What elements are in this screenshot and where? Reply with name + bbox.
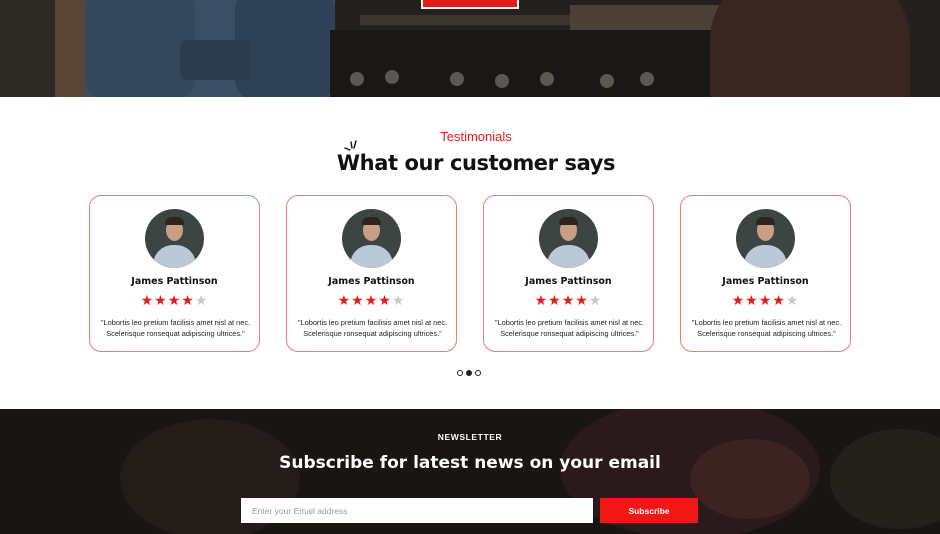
- star-icon: ★: [140, 293, 155, 309]
- carousel-dot[interactable]: [466, 370, 472, 376]
- testimonial-card: James Pattinson ★★★★★ "Lobortis leo pret…: [89, 195, 260, 352]
- hero-banner-image: [0, 0, 940, 97]
- newsletter-heading: Subscribe for latest news on your email: [279, 453, 661, 473]
- star-icon: ★: [167, 293, 182, 309]
- hero-cta-button[interactable]: [421, 0, 519, 9]
- testimonial-carousel: James Pattinson ★★★★★ "Lobortis leo pret…: [89, 195, 851, 352]
- star-icon: ★: [548, 293, 562, 309]
- customer-name: James Pattinson: [131, 276, 218, 287]
- testimonial-quote: "Lobortis leo pretium facilisis amet nis…: [691, 318, 842, 338]
- testimonial-card: James Pattinson ★★★★★ "Lobortis leo pret…: [286, 195, 457, 352]
- avatar: [539, 209, 598, 268]
- newsletter-eyebrow: NEWSLETTER: [437, 432, 503, 442]
- avatar: [736, 209, 795, 268]
- testimonial-quote: "Lobortis leo pretium facilisis amet nis…: [297, 318, 448, 338]
- star-icon: ★: [378, 293, 392, 309]
- star-rating: ★★★★★: [681, 293, 850, 309]
- star-icon: ★: [758, 293, 773, 309]
- star-rating: ★★★★★: [287, 293, 456, 309]
- customer-name: James Pattinson: [525, 276, 612, 287]
- customer-name: James Pattinson: [722, 276, 809, 287]
- testimonial-card: James Pattinson ★★★★★ "Lobortis leo pret…: [483, 195, 654, 352]
- testimonial-quote: "Lobortis leo pretium facilisis amet nis…: [494, 318, 645, 338]
- testimonials-eyebrow: Testimonials: [440, 129, 512, 144]
- star-icon: ★: [785, 293, 800, 309]
- star-rating: ★★★★★: [484, 293, 653, 309]
- star-icon: ★: [561, 293, 576, 309]
- star-icon: ★: [181, 293, 195, 309]
- star-rating: ★★★★★: [90, 293, 259, 309]
- star-icon: ★: [575, 293, 589, 309]
- star-icon: ★: [745, 293, 759, 309]
- star-icon: ★: [154, 293, 168, 309]
- star-icon: ★: [364, 293, 379, 309]
- carousel-dot[interactable]: [457, 370, 463, 376]
- avatar: [342, 209, 401, 268]
- star-icon: ★: [391, 293, 406, 309]
- star-icon: ★: [588, 293, 603, 309]
- avatar: [145, 209, 204, 268]
- star-icon: ★: [194, 293, 209, 309]
- testimonial-quote: "Lobortis leo pretium facilisis amet nis…: [100, 318, 251, 338]
- testimonial-card: James Pattinson ★★★★★ "Lobortis leo pret…: [680, 195, 851, 352]
- carousel-pagination: [457, 370, 481, 378]
- testimonials-heading: What our customer says: [336, 151, 616, 175]
- star-icon: ★: [337, 293, 352, 309]
- star-icon: ★: [772, 293, 786, 309]
- subscribe-button[interactable]: Subscribe: [600, 498, 698, 523]
- star-icon: ★: [731, 293, 746, 309]
- star-icon: ★: [534, 293, 549, 309]
- carousel-dot[interactable]: [475, 370, 481, 376]
- email-input[interactable]: [241, 498, 593, 523]
- customer-name: James Pattinson: [328, 276, 415, 287]
- star-icon: ★: [351, 293, 365, 309]
